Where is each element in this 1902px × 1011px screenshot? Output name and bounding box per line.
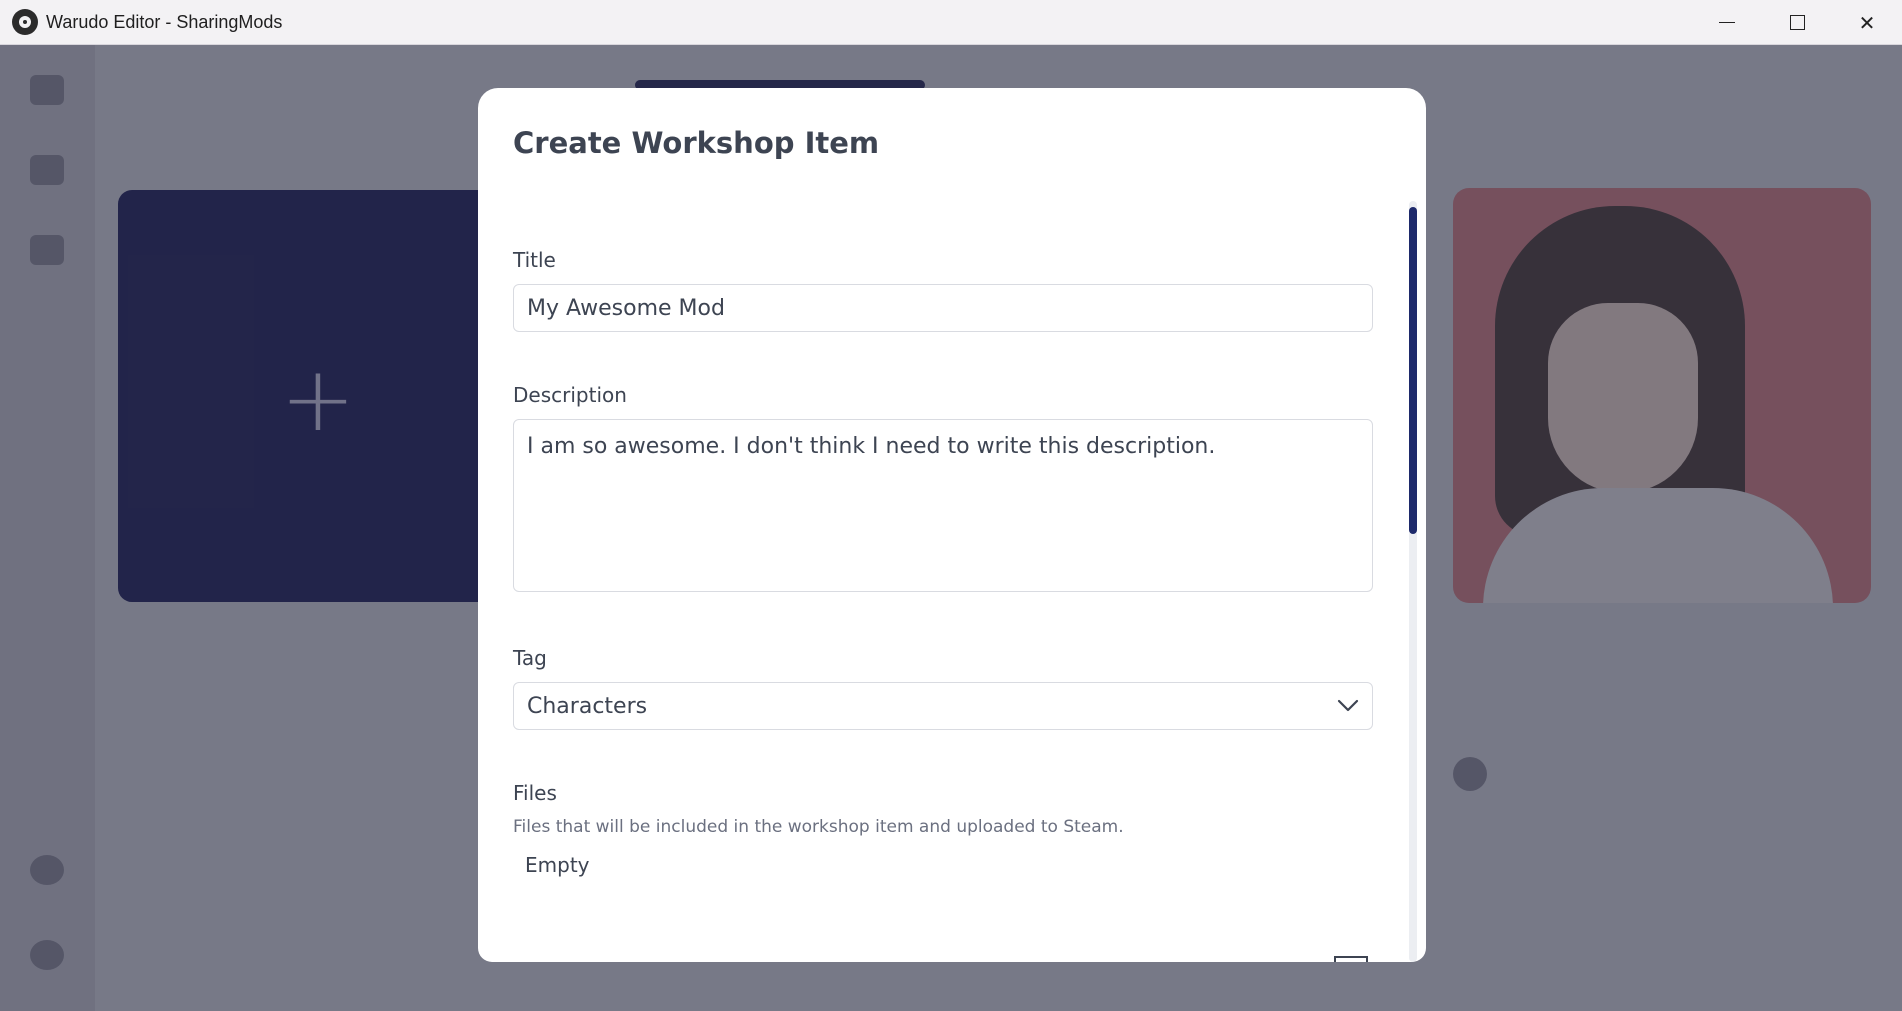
title-input[interactable]: My Awesome Mod bbox=[513, 284, 1373, 332]
window-title: Warudo Editor - SharingMods bbox=[46, 11, 283, 32]
title-input-value: My Awesome Mod bbox=[527, 295, 725, 321]
window-titlebar: Warudo Editor - SharingMods ✕ bbox=[0, 0, 1902, 45]
files-label: Files bbox=[513, 781, 557, 805]
maximize-icon bbox=[1789, 15, 1805, 30]
chevron-down-icon bbox=[1337, 699, 1359, 712]
maximize-button[interactable] bbox=[1762, 0, 1832, 45]
tag-label: Tag bbox=[513, 646, 547, 670]
close-icon: ✕ bbox=[1858, 10, 1876, 35]
files-empty-text: Empty bbox=[525, 853, 590, 877]
description-value: I am so awesome. I don't think I need to… bbox=[527, 434, 1216, 459]
dialog-scrollbar-thumb[interactable] bbox=[1409, 207, 1417, 534]
dialog-title: Create Workshop Item bbox=[513, 126, 880, 160]
description-label: Description bbox=[513, 383, 627, 407]
add-file-icon[interactable] bbox=[1334, 956, 1368, 962]
minimize-button[interactable] bbox=[1692, 0, 1762, 45]
window-controls: ✕ bbox=[1692, 0, 1902, 45]
minimize-icon bbox=[1719, 21, 1735, 24]
dialog-body: Title My Awesome Mod Description I am so… bbox=[513, 248, 1373, 877]
description-textarea[interactable]: I am so awesome. I don't think I need to… bbox=[513, 419, 1373, 592]
app-logo-icon bbox=[12, 9, 38, 35]
tag-select-value: Characters bbox=[527, 693, 648, 719]
close-button[interactable]: ✕ bbox=[1832, 0, 1902, 45]
files-help-text: Files that will be included in the works… bbox=[513, 817, 1124, 837]
title-label: Title bbox=[513, 248, 556, 272]
create-workshop-item-dialog: Create Workshop Item Title My Awesome Mo… bbox=[478, 88, 1426, 962]
tag-select[interactable]: Characters bbox=[513, 682, 1373, 730]
